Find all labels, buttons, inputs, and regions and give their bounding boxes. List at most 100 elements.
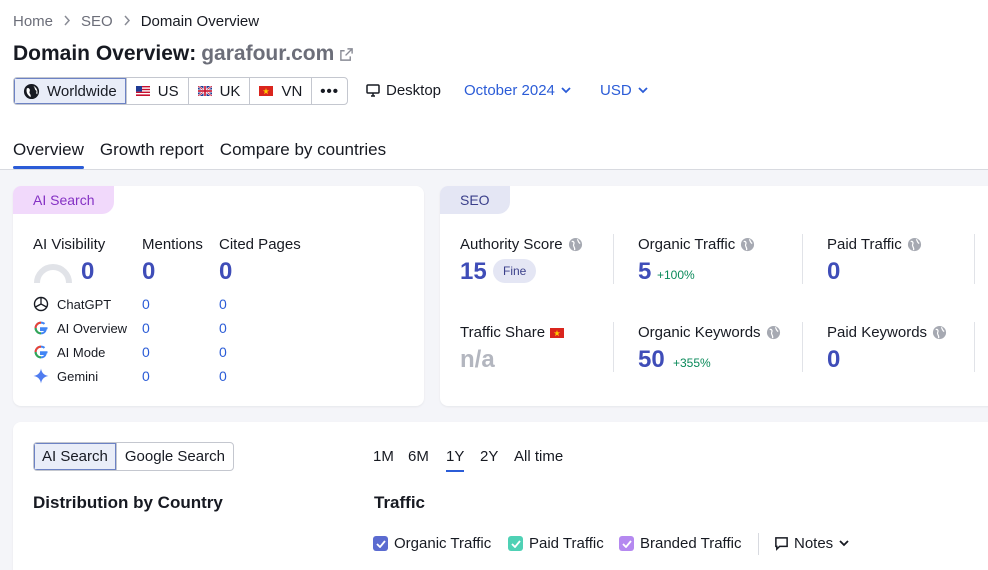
checkbox-icon bbox=[373, 536, 388, 551]
toggle-google-search[interactable]: Google Search bbox=[117, 443, 233, 470]
ai-visibility-gauge bbox=[34, 264, 72, 284]
organic-traffic-text: Organic Traffic bbox=[638, 236, 736, 253]
uk-flag-icon bbox=[197, 86, 212, 96]
cited-pages-value[interactable]: 0 bbox=[219, 258, 232, 286]
device-selector[interactable]: Desktop bbox=[366, 82, 441, 99]
traffic-share-value: n/a bbox=[460, 346, 495, 373]
divider bbox=[974, 234, 975, 284]
report-tabs: Overview Growth report Compare by countr… bbox=[13, 140, 402, 169]
tab-compare-by-countries[interactable]: Compare by countries bbox=[220, 140, 386, 168]
traffic-title: Traffic bbox=[374, 493, 426, 512]
ai-mode-mentions[interactable]: 0 bbox=[142, 344, 150, 360]
chatgpt-mentions[interactable]: 0 bbox=[142, 296, 150, 312]
comment-icon bbox=[775, 537, 788, 551]
gemini-mentions[interactable]: 0 bbox=[142, 368, 150, 384]
paid-keywords-value[interactable]: 0 bbox=[827, 346, 840, 374]
mentions-value[interactable]: 0 bbox=[142, 258, 155, 286]
globe-info-icon[interactable] bbox=[568, 237, 583, 252]
us-flag-icon bbox=[135, 86, 150, 96]
organic-keywords-delta: +355% bbox=[673, 356, 711, 370]
chevron-right-icon bbox=[63, 14, 71, 29]
legend-organic-traffic[interactable]: Organic Traffic bbox=[373, 535, 491, 552]
organic-keywords-text: Organic Keywords bbox=[638, 324, 761, 341]
period-2y[interactable]: 2Y bbox=[480, 448, 498, 465]
notes-dropdown[interactable]: Notes bbox=[774, 535, 854, 552]
vn-flag-icon bbox=[259, 86, 274, 96]
paid-traffic-label: Paid Traffic bbox=[827, 236, 922, 253]
gemini-icon bbox=[33, 368, 49, 384]
legend-paid-traffic[interactable]: Paid Traffic bbox=[508, 535, 604, 552]
divider bbox=[613, 322, 614, 372]
ai-overview-cited[interactable]: 0 bbox=[219, 320, 227, 336]
chevron-right-icon bbox=[123, 14, 131, 29]
tab-growth-report[interactable]: Growth report bbox=[100, 140, 204, 168]
divider bbox=[802, 234, 803, 284]
mentions-label: Mentions bbox=[142, 236, 203, 253]
database-button-group: Worldwide US UK VN ••• bbox=[13, 77, 349, 105]
legend-label: Organic Traffic bbox=[394, 535, 492, 552]
chatgpt-cited[interactable]: 0 bbox=[219, 296, 227, 312]
search-type-toggle: AI Search Google Search bbox=[33, 442, 234, 471]
more-databases-button[interactable]: ••• bbox=[312, 78, 347, 104]
database-worldwide[interactable]: Worldwide bbox=[14, 78, 127, 104]
chevron-down-icon bbox=[839, 540, 849, 547]
globe-info-icon[interactable] bbox=[740, 237, 755, 252]
device-label: Desktop bbox=[386, 82, 442, 99]
traffic-share-text: Traffic Share bbox=[460, 324, 546, 341]
period-1y[interactable]: 1Y bbox=[446, 448, 465, 472]
vn-flag-icon bbox=[550, 327, 565, 338]
date-dropdown[interactable]: October 2024 bbox=[464, 82, 571, 99]
legend-label: Branded Traffic bbox=[640, 535, 742, 552]
divider bbox=[974, 322, 975, 372]
legend-branded-traffic[interactable]: Branded Traffic bbox=[619, 535, 741, 552]
organic-traffic-delta: +100% bbox=[657, 268, 695, 282]
engine-name: AI Overview bbox=[57, 320, 128, 336]
gemini-cited[interactable]: 0 bbox=[219, 368, 227, 384]
ai-visibility-label: AI Visibility bbox=[33, 236, 106, 253]
ai-visibility-value[interactable]: 0 bbox=[81, 258, 94, 286]
period-1m[interactable]: 1M bbox=[373, 448, 394, 465]
engine-name: AI Mode bbox=[57, 344, 106, 360]
page-title-prefix: Domain Overview: bbox=[13, 42, 197, 65]
period-6m[interactable]: 6M bbox=[408, 448, 429, 465]
globe-info-icon[interactable] bbox=[932, 325, 947, 340]
breadcrumb: Home SEO Domain Overview bbox=[13, 13, 259, 30]
globe-info-icon[interactable] bbox=[766, 325, 781, 340]
paid-keywords-text: Paid Keywords bbox=[827, 324, 928, 341]
domain-link[interactable]: garafour.com bbox=[201, 42, 334, 66]
globe-info-icon[interactable] bbox=[907, 237, 922, 252]
organic-traffic-value[interactable]: 5 bbox=[638, 258, 651, 286]
engine-name: Gemini bbox=[57, 368, 99, 384]
breadcrumb-seo[interactable]: SEO bbox=[81, 13, 113, 30]
chevron-down-icon bbox=[561, 87, 571, 94]
database-vn[interactable]: VN bbox=[250, 78, 313, 104]
paid-traffic-value[interactable]: 0 bbox=[827, 258, 840, 286]
engine-row-chatgpt: ChatGPT bbox=[33, 296, 111, 312]
engine-row-ai-mode: AI Mode bbox=[33, 344, 105, 360]
toggle-ai-search[interactable]: AI Search bbox=[34, 443, 117, 470]
engine-row-ai-overview: AI Overview bbox=[33, 320, 127, 336]
ai-search-tag: AI Search bbox=[13, 186, 115, 214]
ai-overview-mentions[interactable]: 0 bbox=[142, 320, 150, 336]
external-link-icon[interactable] bbox=[339, 47, 354, 62]
organic-keywords-value[interactable]: 50 bbox=[638, 346, 665, 374]
legend-label: Paid Traffic bbox=[529, 535, 604, 552]
google-icon bbox=[34, 345, 48, 359]
database-us[interactable]: US bbox=[127, 78, 189, 104]
currency-dropdown[interactable]: USD bbox=[600, 82, 648, 99]
paid-keywords-label: Paid Keywords bbox=[827, 324, 947, 341]
notes-label: Notes bbox=[794, 535, 834, 552]
seo-card: SEO bbox=[440, 186, 988, 406]
database-label: US bbox=[157, 82, 179, 100]
desktop-icon bbox=[366, 84, 380, 97]
database-label: VN bbox=[281, 82, 303, 100]
seo-tag: SEO bbox=[440, 186, 510, 214]
period-all-time[interactable]: All time bbox=[514, 448, 563, 465]
database-uk[interactable]: UK bbox=[189, 78, 251, 104]
paid-traffic-text: Paid Traffic bbox=[827, 236, 902, 253]
breadcrumb-home[interactable]: Home bbox=[13, 13, 53, 30]
tab-overview[interactable]: Overview bbox=[13, 140, 84, 169]
traffic-share-label: Traffic Share bbox=[460, 324, 565, 341]
ai-mode-cited[interactable]: 0 bbox=[219, 344, 227, 360]
authority-score-value[interactable]: 15 bbox=[460, 258, 487, 286]
